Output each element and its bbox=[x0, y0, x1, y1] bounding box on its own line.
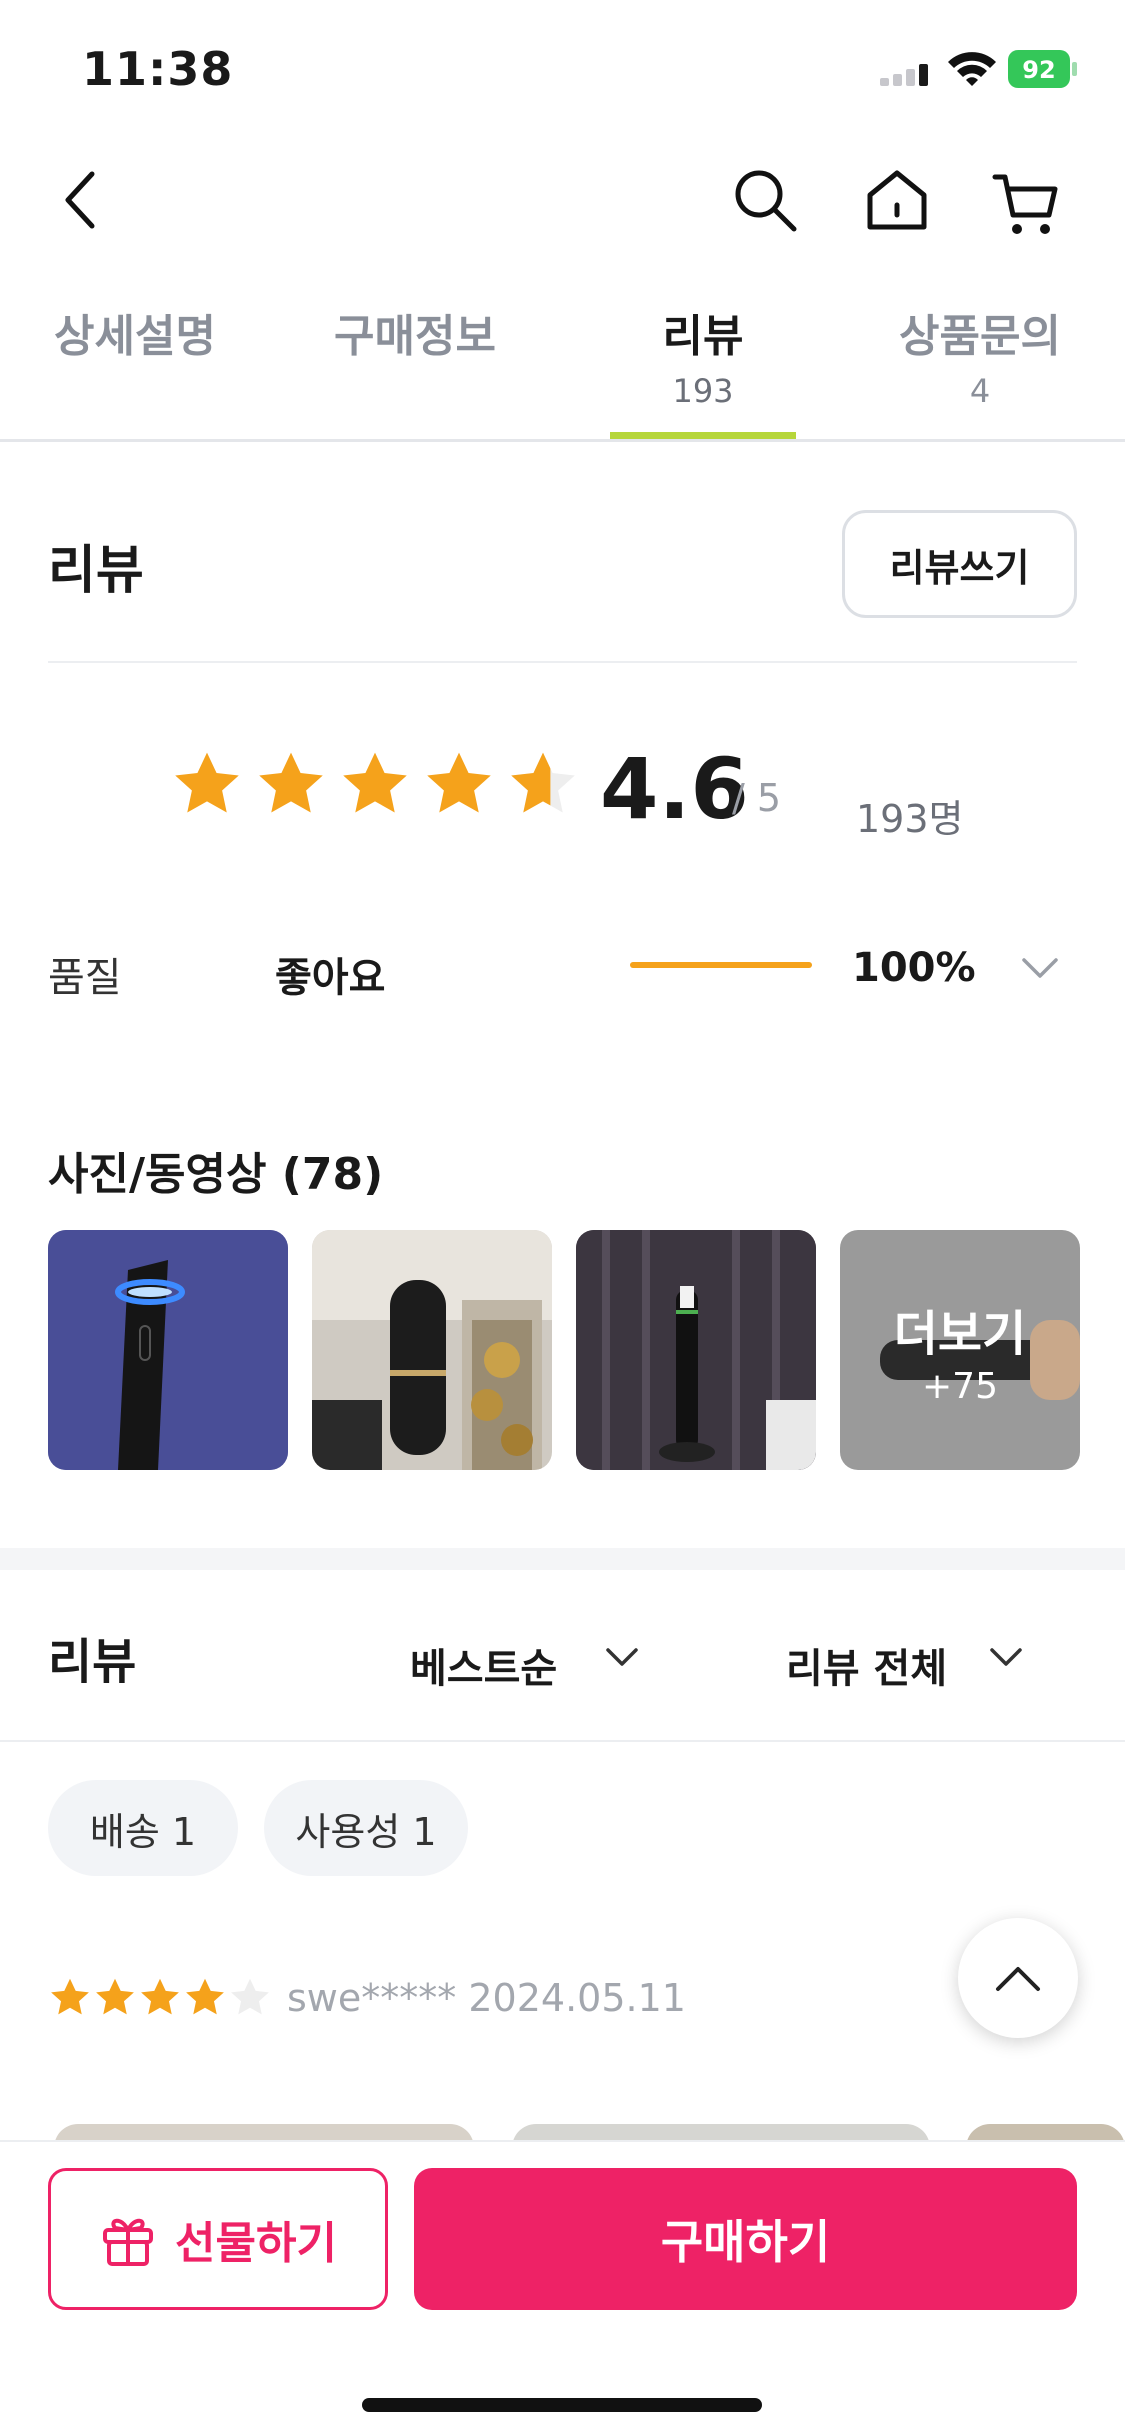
gift-button-label: 선물하기 bbox=[175, 2218, 337, 2269]
review-date: 2024.05.11 bbox=[468, 1976, 686, 2020]
review-photo-thumbnail[interactable] bbox=[312, 1230, 552, 1470]
buy-button[interactable]: 구매하기 bbox=[414, 2168, 1077, 2310]
home-indicator bbox=[362, 2398, 762, 2412]
status-time: 11:38 bbox=[82, 42, 234, 96]
rating-max: / 5 bbox=[732, 776, 782, 820]
section-tabs: 상세설명 구매정보 리뷰 193 상품문의 4 bbox=[0, 290, 1125, 442]
divider bbox=[0, 1740, 1125, 1742]
chevron-down-icon[interactable] bbox=[1020, 950, 1060, 986]
star-icon bbox=[259, 752, 323, 813]
sort-dropdown[interactable]: 베스트순 bbox=[410, 1636, 557, 1694]
divider bbox=[48, 661, 1077, 663]
home-icon[interactable] bbox=[857, 160, 937, 240]
wifi-icon bbox=[946, 48, 998, 88]
top-nav-bar bbox=[0, 160, 1125, 290]
scroll-to-top-button[interactable] bbox=[958, 1918, 1078, 2038]
tab-detail[interactable]: 상세설명 bbox=[40, 300, 230, 442]
more-photos-count: +75 bbox=[922, 1365, 998, 1407]
quality-value: 좋아요 bbox=[275, 955, 386, 1001]
write-review-button[interactable]: 리뷰쓰기 bbox=[842, 510, 1077, 618]
section-separator bbox=[0, 1548, 1125, 1570]
review-section-title: 리뷰 bbox=[48, 541, 144, 601]
review-filter-dropdown[interactable]: 리뷰 전체 bbox=[786, 1636, 947, 1694]
back-icon[interactable] bbox=[40, 160, 120, 240]
more-photos-label: 더보기 bbox=[893, 1305, 1027, 1362]
review-author: swe***** bbox=[287, 1976, 457, 2020]
star-icon bbox=[141, 1978, 179, 2015]
review-photo-thumbnail[interactable] bbox=[48, 1230, 288, 1470]
photos-section-title: 사진/동영상 (78) bbox=[48, 1149, 384, 1200]
star-icon bbox=[427, 752, 491, 813]
quality-label: 품질 bbox=[48, 955, 122, 1001]
tab-qna-count: 4 bbox=[969, 372, 991, 410]
chevron-up-icon bbox=[996, 1967, 1040, 1991]
search-icon[interactable] bbox=[725, 160, 805, 240]
status-bar: 11:38 92 bbox=[0, 0, 1125, 140]
more-photos-overlay: 더보기 +75 bbox=[840, 1230, 1080, 1470]
chevron-down-icon[interactable] bbox=[604, 1642, 640, 1674]
star-icon bbox=[186, 1978, 224, 2015]
tab-review[interactable]: 리뷰 193 bbox=[610, 300, 796, 442]
review-list-title: 리뷰 bbox=[48, 1634, 137, 1690]
gift-button[interactable]: 선물하기 bbox=[48, 2168, 388, 2310]
quality-bar bbox=[630, 962, 812, 968]
rating-score: 4.6 bbox=[600, 740, 749, 838]
filter-chip-delivery[interactable]: 배송 1 bbox=[48, 1780, 238, 1876]
rating-people-count: 193명 bbox=[856, 797, 964, 841]
cellular-signal-icon bbox=[880, 62, 932, 86]
review-meta: swe***** 2024.05.11 bbox=[287, 1976, 686, 2020]
buy-button-label: 구매하기 bbox=[660, 2215, 831, 2269]
quality-percent: 100% bbox=[852, 945, 976, 991]
tab-purchase-info[interactable]: 구매정보 bbox=[320, 300, 510, 442]
more-photos-button[interactable]: 더보기 +75 bbox=[840, 1230, 1080, 1470]
battery-level: 92 bbox=[1022, 56, 1055, 84]
active-tab-indicator bbox=[610, 432, 796, 439]
gift-icon bbox=[103, 2218, 154, 2266]
filter-chip-usability[interactable]: 사용성 1 bbox=[264, 1780, 468, 1876]
tab-review-count: 193 bbox=[672, 372, 734, 410]
review-photo-thumbnail[interactable] bbox=[576, 1230, 816, 1470]
star-half-icon bbox=[511, 752, 575, 813]
star-icon bbox=[175, 752, 239, 813]
star-icon bbox=[96, 1978, 134, 2015]
star-empty-icon bbox=[231, 1978, 269, 2015]
quality-bar-fill bbox=[630, 962, 812, 968]
bottom-action-bar: 선물하기 구매하기 bbox=[0, 2140, 1125, 2436]
cart-icon[interactable] bbox=[986, 164, 1066, 244]
tab-qna[interactable]: 상품문의 4 bbox=[880, 300, 1080, 442]
battery-icon: 92 bbox=[1008, 50, 1078, 88]
star-icon bbox=[343, 752, 407, 813]
chevron-down-icon[interactable] bbox=[988, 1642, 1024, 1674]
star-icon bbox=[51, 1978, 89, 2015]
